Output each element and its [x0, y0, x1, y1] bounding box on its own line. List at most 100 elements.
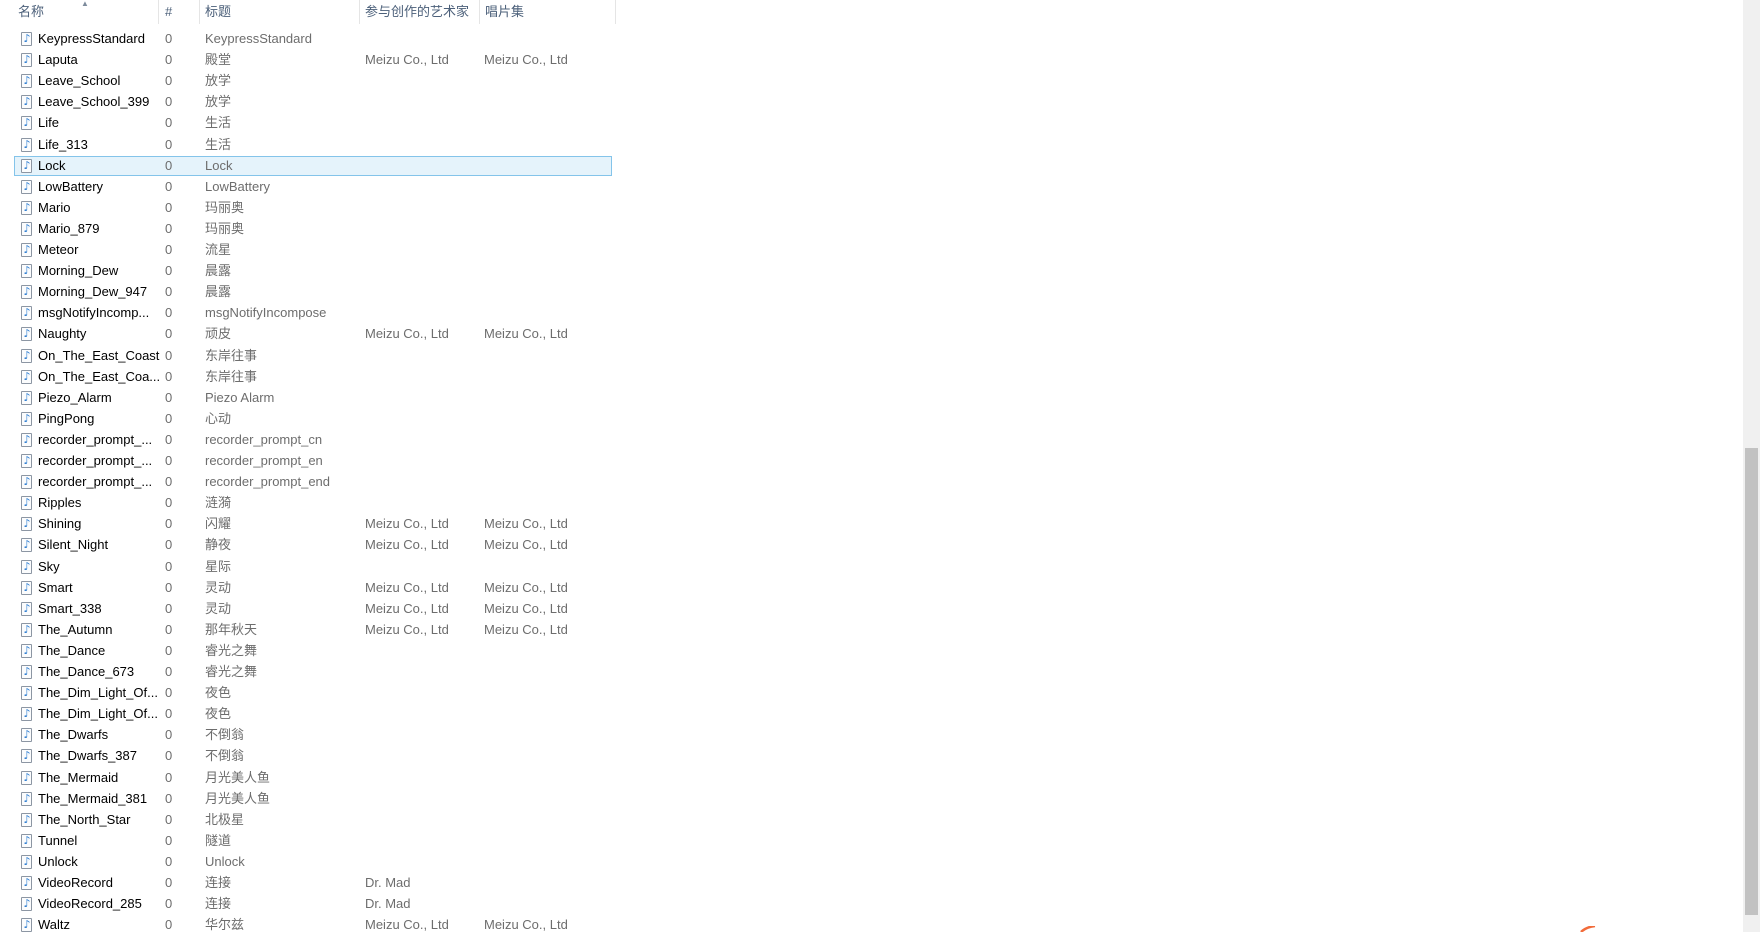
audio-file-icon: ♪ [21, 391, 32, 405]
audio-file-icon: ♪ [21, 792, 32, 806]
music-note-icon: ♪ [23, 370, 31, 383]
list-item[interactable]: ♪ VideoRecord 0 连接 Dr. Mad [14, 873, 612, 893]
list-item[interactable]: ♪ Sky 0 星际 [14, 557, 612, 577]
contributing-artist [365, 452, 480, 470]
list-item[interactable]: ♪ On_The_East_Coast 0 东岸往事 [14, 346, 612, 366]
list-item[interactable]: ♪ Mario 0 玛丽奥 [14, 198, 612, 218]
list-item[interactable]: ♪ msgNotifyIncomp... 0 msgNotifyIncompose [14, 303, 612, 323]
list-item[interactable]: ♪ The_Dwarfs 0 不倒翁 [14, 725, 612, 745]
list-item[interactable]: ♪ Waltz 0 华尔兹 Meizu Co., Ltd Meizu Co., Ltd [14, 915, 612, 932]
file-name: Laputa [38, 52, 78, 67]
contributing-artist [365, 241, 480, 259]
album-name [484, 790, 609, 808]
file-name: Waltz [38, 917, 71, 932]
list-item[interactable]: ♪ Morning_Dew 0 晨露 [14, 261, 612, 281]
track-title: 生活 [205, 137, 232, 152]
list-item[interactable]: ♪ Leave_School_399 0 放学 [14, 92, 612, 112]
music-note-icon: ♪ [23, 517, 31, 530]
album-name: Meizu Co., Ltd [484, 580, 568, 595]
list-item[interactable]: ♪ Smart 0 灵动 Meizu Co., Ltd Meizu Co., Ltd [14, 578, 612, 598]
music-note-icon: ♪ [23, 53, 31, 66]
list-item[interactable]: ♪ The_Dance 0 睿光之舞 [14, 641, 612, 661]
list-item[interactable]: ♪ Leave_School 0 放学 [14, 71, 612, 91]
file-name: Life_313 [38, 137, 88, 152]
track-number: 0 [165, 348, 173, 363]
list-item[interactable]: ♪ Life 0 生活 [14, 113, 612, 133]
list-item[interactable]: ♪ Naughty 0 顽皮 Meizu Co., Ltd Meizu Co., Ltd [14, 324, 612, 344]
list-item[interactable]: ♪ recorder_prompt_... 0 recorder_prompt_end [14, 472, 612, 492]
file-name: The_Dwarfs_387 [38, 748, 137, 763]
file-name: Morning_Dew_947 [38, 284, 148, 299]
list-item[interactable]: ♪ Morning_Dew_947 0 晨露 [14, 282, 612, 302]
album-name [484, 558, 609, 576]
contributing-artist [365, 114, 480, 132]
list-item[interactable]: ♪ recorder_prompt_... 0 recorder_prompt_cn [14, 430, 612, 450]
column-header-title[interactable]: 标题 [199, 0, 359, 24]
list-item[interactable]: ♪ The_Mermaid_381 0 月光美人鱼 [14, 789, 612, 809]
track-number: 0 [165, 770, 173, 785]
list-item[interactable]: ♪ Life_313 0 生活 [14, 135, 612, 155]
album-name [484, 410, 609, 428]
file-name: On_The_East_Coa... [38, 369, 161, 384]
list-item[interactable]: ♪ The_Dim_Light_Of... 0 夜色 [14, 704, 612, 724]
list-item[interactable]: ♪ recorder_prompt_... 0 recorder_prompt_en [14, 451, 612, 471]
list-item[interactable]: ♪ The_Mermaid 0 月光美人鱼 [14, 768, 612, 788]
list-item[interactable]: ♪ Piezo_Alarm 0 Piezo Alarm [14, 388, 612, 408]
list-item[interactable]: ♪ The_Dim_Light_Of... 0 夜色 [14, 683, 612, 703]
list-item[interactable]: ♪ Tunnel 0 隧道 [14, 831, 612, 851]
album-name [484, 832, 609, 850]
file-list: ♪ KeypressStandard 0 KeypressStandard ♪ Laput… [0, 0, 620, 932]
list-item[interactable]: ♪ Lock 0 Lock [14, 156, 612, 176]
file-name: LowBattery [38, 179, 104, 194]
list-item[interactable]: ♪ Meteor 0 流星 [14, 240, 612, 260]
album-name [484, 494, 609, 512]
scrollbar-thumb[interactable] [1745, 448, 1758, 915]
album-name [484, 452, 609, 470]
album-name [484, 241, 609, 259]
audio-file-icon: ♪ [21, 707, 32, 721]
track-number: 0 [165, 622, 173, 637]
contributing-artist [365, 30, 480, 48]
audio-file-icon: ♪ [21, 623, 32, 637]
track-title: 闪耀 [205, 516, 232, 531]
list-item[interactable]: ♪ Laputa 0 殿堂 Meizu Co., Ltd Meizu Co., Ltd [14, 50, 612, 70]
column-header-number[interactable]: # [159, 0, 199, 24]
track-title: 夜色 [205, 685, 232, 700]
audio-file-icon: ♪ [21, 475, 32, 489]
list-item[interactable]: ♪ The_Dance_673 0 睿光之舞 [14, 662, 612, 682]
list-item[interactable]: ♪ Mario_879 0 玛丽奥 [14, 219, 612, 239]
list-item[interactable]: ♪ The_Dwarfs_387 0 不倒翁 [14, 746, 612, 766]
column-header-album[interactable]: 唱片集 [479, 0, 615, 24]
file-name: Meteor [38, 242, 79, 257]
list-item[interactable]: ♪ PingPong 0 心动 [14, 409, 612, 429]
list-item[interactable]: ♪ The_North_Star 0 北极星 [14, 810, 612, 830]
list-item[interactable]: ♪ On_The_East_Coa... 0 东岸往事 [14, 367, 612, 387]
contributing-artist [365, 684, 480, 702]
contributing-artist: Meizu Co., Ltd [365, 537, 449, 552]
contributing-artist [365, 72, 480, 90]
file-name: The_North_Star [38, 812, 131, 827]
music-note-icon: ♪ [23, 728, 31, 741]
contributing-artist [365, 494, 480, 512]
list-item[interactable]: ♪ Ripples 0 涟漪 [14, 493, 612, 513]
vertical-scrollbar[interactable] [1743, 0, 1760, 932]
audio-file-icon: ♪ [21, 538, 32, 552]
contributing-artist [365, 410, 480, 428]
music-note-icon: ♪ [23, 138, 31, 151]
album-name: Meizu Co., Ltd [484, 326, 568, 341]
file-name: The_Dance [38, 643, 106, 658]
list-item[interactable]: ♪ The_Autumn 0 那年秋天 Meizu Co., Ltd Meizu Co.,… [14, 620, 612, 640]
contributing-artist: Meizu Co., Ltd [365, 601, 449, 616]
list-item[interactable]: ♪ LowBattery 0 LowBattery [14, 177, 612, 197]
track-number: 0 [165, 495, 173, 510]
list-item[interactable]: ♪ VideoRecord_285 0 连接 Dr. Mad [14, 894, 612, 914]
list-item[interactable]: ♪ Shining 0 闪耀 Meizu Co., Ltd Meizu Co., Ltd [14, 514, 612, 534]
list-item[interactable]: ♪ Silent_Night 0 静夜 Meizu Co., Ltd Meizu Co.,… [14, 535, 612, 555]
contributing-artist [365, 769, 480, 787]
column-header-artist[interactable]: 参与创作的艺术家 [359, 0, 479, 24]
list-item[interactable]: ♪ Smart_338 0 灵动 Meizu Co., Ltd Meizu Co., Lt… [14, 599, 612, 619]
contributing-artist [365, 389, 480, 407]
column-divider[interactable] [615, 0, 616, 24]
list-item[interactable]: ♪ KeypressStandard 0 KeypressStandard [14, 29, 612, 49]
list-item[interactable]: ♪ Unlock 0 Unlock [14, 852, 612, 872]
